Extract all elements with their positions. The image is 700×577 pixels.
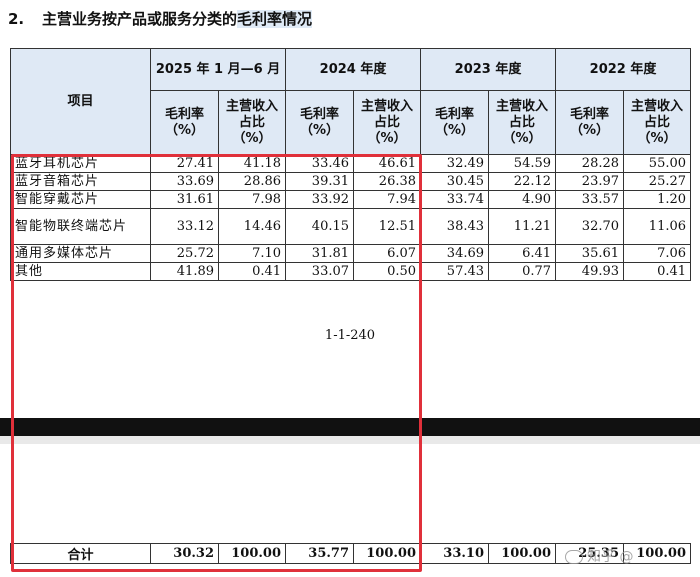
- section-title-highlight: 毛利率情况: [237, 10, 313, 28]
- table-cell: 33.74: [420, 190, 490, 209]
- total-cell: 100.00: [218, 543, 286, 564]
- table-cell: 39.31: [285, 172, 355, 191]
- table-cell: 33.57: [555, 190, 625, 209]
- table-cell: 6.41: [488, 244, 557, 263]
- row-label: 蓝牙音箱芯片: [10, 172, 151, 191]
- header-revenue-share: 主营收入占比（%）: [488, 90, 557, 155]
- table-cell: 32.70: [555, 208, 625, 245]
- table-cell: 1.20: [623, 190, 692, 209]
- table-cell: 33.46: [285, 154, 355, 173]
- table-cell: 23.97: [555, 172, 625, 191]
- table-row: 通用多媒体芯片 25.72 7.10 31.81 6.07 34.69 6.41…: [10, 244, 692, 263]
- table-cell: 0.50: [353, 262, 422, 281]
- table-cell: 12.51: [353, 208, 422, 245]
- header-revenue-share: 主营收入占比（%）: [217, 90, 287, 155]
- header-period: 2025 年 1 月—6 月: [149, 48, 287, 91]
- table-row: 智能穿戴芯片 31.61 7.98 33.92 7.94 33.74 4.90 …: [10, 190, 692, 209]
- table-cell: 25.72: [150, 244, 219, 263]
- section-heading: 2. 主营业务按产品或服务分类的毛利率情况: [8, 8, 313, 30]
- table-cell: 35.61: [555, 244, 625, 263]
- table-cell: 49.93: [555, 262, 625, 281]
- table-cell: 25.27: [623, 172, 692, 191]
- header-revenue-share: 主营收入占比（%）: [623, 90, 692, 155]
- row-label: 智能物联终端芯片: [10, 208, 151, 245]
- table-cell: 0.41: [217, 262, 287, 281]
- gross-margin-table: 项目 2025 年 1 月—6 月 2024 年度 2023 年度 2022 年…: [10, 48, 692, 281]
- row-label: 蓝牙耳机芯片: [10, 154, 151, 173]
- row-label: 其他: [10, 262, 151, 281]
- table-cell: 40.15: [285, 208, 355, 245]
- table-cell: 7.06: [623, 244, 692, 263]
- table-cell: 30.45: [420, 172, 490, 191]
- row-label: 通用多媒体芯片: [10, 244, 151, 263]
- total-label: 合计: [10, 543, 151, 564]
- table-cell: 57.43: [420, 262, 490, 281]
- table-cell: 7.10: [217, 244, 287, 263]
- table-cell: 28.28: [555, 154, 625, 173]
- total-cell: 100.00: [488, 543, 556, 564]
- table-cell: 55.00: [623, 154, 692, 173]
- header-gross-margin: 毛利率（%）: [150, 90, 219, 155]
- section-title: 主营业务按产品或服务分类的: [42, 10, 238, 28]
- table-cell: 26.38: [353, 172, 422, 191]
- table-cell: 6.07: [353, 244, 422, 263]
- table-cell: 33.69: [150, 172, 219, 191]
- chat-bubble-icon: [565, 550, 583, 564]
- table-cell: 33.92: [285, 190, 355, 209]
- table-cell: 7.94: [353, 190, 422, 209]
- table-cell: 31.81: [285, 244, 355, 263]
- total-cell: 33.10: [420, 543, 489, 564]
- header-gross-margin: 毛利率（%）: [555, 90, 625, 155]
- header-item: 项目: [10, 48, 151, 155]
- total-cell: 30.32: [150, 543, 219, 564]
- table-row: 蓝牙音箱芯片 33.69 28.86 39.31 26.38 30.45 22.…: [10, 172, 692, 191]
- table-cell: 41.89: [150, 262, 219, 281]
- table-cell: 34.69: [420, 244, 490, 263]
- table-cell: 11.06: [623, 208, 692, 245]
- total-cell: 35.77: [285, 543, 354, 564]
- header-period: 2024 年度: [285, 48, 422, 91]
- table-cell: 4.90: [488, 190, 557, 209]
- total-cell: 100.00: [623, 543, 691, 564]
- header-revenue-share: 主营收入占比（%）: [353, 90, 422, 155]
- table-cell: 11.21: [488, 208, 557, 245]
- watermark-text: 知乎 @: [587, 549, 634, 565]
- table-cell: 0.77: [488, 262, 557, 281]
- table-cell: 0.41: [623, 262, 692, 281]
- header-gross-margin: 毛利率（%）: [420, 90, 490, 155]
- section-number: 2.: [8, 10, 25, 28]
- page-break-bar: [0, 418, 700, 436]
- table-row: 其他 41.89 0.41 33.07 0.50 57.43 0.77 49.9…: [10, 262, 692, 281]
- table-cell: 14.46: [217, 208, 287, 245]
- page-break-shadow: [0, 436, 700, 444]
- table-cell: 22.12: [488, 172, 557, 191]
- header-period: 2023 年度: [420, 48, 557, 91]
- table-body: 蓝牙耳机芯片 27.41 41.18 33.46 46.61 32.49 54.…: [10, 154, 692, 281]
- page-number: 1-1-240: [324, 328, 376, 343]
- table-cell: 54.59: [488, 154, 557, 173]
- header-gross-margin: 毛利率（%）: [285, 90, 355, 155]
- table-cell: 46.61: [353, 154, 422, 173]
- table-row: 蓝牙耳机芯片 27.41 41.18 33.46 46.61 32.49 54.…: [10, 154, 692, 173]
- total-cell: 100.00: [353, 543, 421, 564]
- row-label: 智能穿戴芯片: [10, 190, 151, 209]
- table-cell: 32.49: [420, 154, 490, 173]
- watermark: 知乎 @: [565, 546, 633, 566]
- table-cell: 41.18: [217, 154, 287, 173]
- header-period: 2022 年度: [555, 48, 692, 91]
- table-cell: 33.07: [285, 262, 355, 281]
- table-cell: 28.86: [217, 172, 287, 191]
- table-header: 项目 2025 年 1 月—6 月 2024 年度 2023 年度 2022 年…: [10, 48, 692, 155]
- table-cell: 27.41: [150, 154, 219, 173]
- table-cell: 33.12: [150, 208, 219, 245]
- table-row: 智能物联终端芯片 33.12 14.46 40.15 12.51 38.43 1…: [10, 208, 692, 245]
- table-cell: 38.43: [420, 208, 490, 245]
- table-cell: 7.98: [217, 190, 287, 209]
- table-cell: 31.61: [150, 190, 219, 209]
